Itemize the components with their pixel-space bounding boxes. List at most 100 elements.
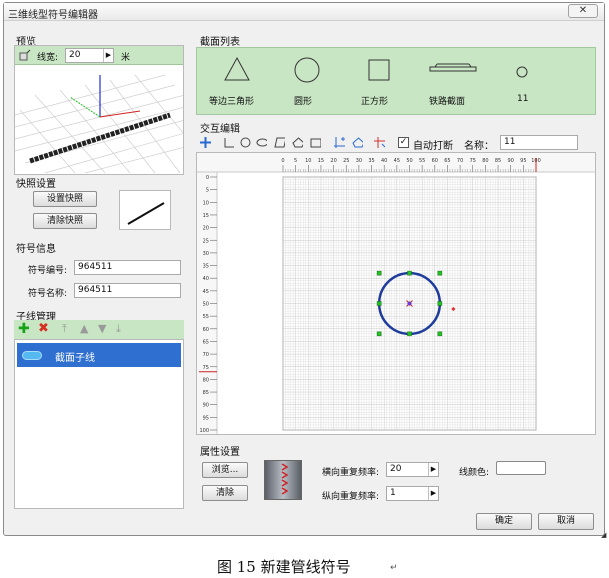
browse-button[interactable]: 浏览... — [202, 462, 248, 478]
v-repeat-value: 1 — [390, 488, 396, 498]
snapshot-title: 快照设置 — [16, 179, 56, 190]
name-label: 名称： — [464, 141, 494, 152]
add-vertex-icon[interactable] — [334, 137, 345, 148]
set-snapshot-button[interactable]: 设置快照 — [33, 191, 97, 207]
ruler-x-label: 10 — [305, 158, 311, 164]
resize-handle[interactable] — [437, 270, 443, 276]
chevron-pattern-icon — [281, 463, 289, 495]
move-bottom-icon[interactable]: ⤓ — [116, 322, 121, 336]
ruler-y-label: 15 — [203, 213, 209, 219]
draw-circle-icon[interactable] — [240, 137, 251, 148]
ruler-y-label: 100 — [199, 428, 209, 434]
circle-icon — [294, 57, 320, 83]
ruler-y-label: 35 — [203, 264, 209, 270]
draw-line-icon[interactable] — [224, 137, 235, 148]
ruler-y-label: 10 — [203, 200, 209, 206]
editor-window: 三维线型符号编辑器 ✕ 预览 线宽: 20 ▶ 米 快照设置 设置快照 清除快照… — [3, 2, 605, 536]
section-item-circle[interactable]: 圆形 — [285, 52, 335, 110]
interactive-title: 交互编辑 — [200, 124, 240, 135]
ruler-y-label: 60 — [203, 327, 209, 333]
toggle-icon[interactable] — [22, 351, 42, 360]
draw-toolbar: ✓ 自动打断 名称： 11 — [196, 134, 596, 152]
v-repeat-spin-button[interactable]: ▶ — [428, 487, 438, 500]
resize-handle[interactable] — [437, 301, 443, 306]
ruler-y-label: 30 — [203, 251, 209, 257]
h-repeat-value: 20 — [390, 464, 402, 474]
section-item-11[interactable]: 11 — [503, 52, 543, 110]
move-top-icon[interactable]: ⤒ — [62, 322, 67, 336]
ruler-x-label: 55 — [419, 158, 425, 164]
ruler-y-label: 20 — [203, 226, 209, 232]
line-color-swatch[interactable] — [496, 461, 546, 475]
section-item-triangle[interactable]: 等边三角形 — [205, 52, 265, 110]
view-toggle-icon[interactable] — [19, 49, 31, 61]
small-circle-icon — [516, 66, 528, 78]
move-down-icon[interactable]: ▼ — [98, 322, 106, 335]
ruler-x-label: 0 — [281, 158, 284, 164]
list-item[interactable]: 截面子线 — [17, 343, 181, 367]
ok-button[interactable]: 确定 — [476, 513, 532, 530]
draw-ellipse-icon[interactable] — [256, 137, 267, 148]
ruler-x-label: 5 — [294, 158, 297, 164]
figure-caption: 图 15 新建管线符号 — [217, 558, 351, 576]
ruler-x-label: 30 — [356, 158, 362, 164]
break-point-icon[interactable] — [374, 137, 385, 148]
ruler-y-label: 45 — [203, 289, 209, 295]
ruler-y-label: 75 — [203, 365, 209, 371]
h-repeat-spin-button[interactable]: ▶ — [428, 463, 438, 476]
resize-handle[interactable] — [376, 270, 382, 276]
symbol-name-value: 964511 — [78, 285, 113, 295]
resize-handle[interactable] — [376, 301, 382, 306]
ruler-x-label: 75 — [470, 158, 476, 164]
edit-canvas[interactable]: 0510152025303540455055606570758085909510… — [197, 153, 595, 434]
section-item-label: 圆形 — [294, 97, 313, 107]
line-color-label: 线颜色: — [459, 468, 490, 478]
resize-handle[interactable] — [407, 270, 412, 276]
window-title: 三维线型符号编辑器 — [8, 10, 98, 21]
ruler-x-label: 80 — [482, 158, 488, 164]
resize-handle[interactable] — [437, 331, 443, 337]
draw-rectangle-icon[interactable] — [310, 137, 321, 148]
move-up-icon[interactable]: ▲ — [80, 322, 88, 335]
auto-break-checkbox[interactable]: ✓ — [398, 137, 409, 148]
cancel-button[interactable]: 取消 — [538, 513, 594, 530]
resize-grip-icon[interactable]: ◢ — [601, 531, 606, 539]
ruler-y-label: 40 — [203, 276, 209, 282]
draw-parallelogram-icon[interactable] — [274, 137, 285, 148]
delete-subline-icon[interactable]: ✖ — [38, 321, 49, 337]
name-input[interactable]: 11 — [500, 135, 578, 150]
preview-3d-view[interactable] — [15, 65, 184, 175]
ruler-x-label: 50 — [406, 158, 412, 164]
ruler-x-label: 90 — [508, 158, 514, 164]
resize-handle[interactable] — [407, 331, 412, 337]
auto-break-label: 自动打断 — [413, 141, 453, 152]
symbol-id-input[interactable]: 964511 — [74, 260, 181, 275]
line-width-spin-button[interactable]: ▶ — [103, 49, 113, 62]
line-width-unit: 米 — [121, 53, 131, 63]
snapshot-thumbnail — [119, 190, 171, 230]
resize-handle[interactable] — [376, 331, 382, 337]
pan-icon[interactable] — [200, 137, 211, 148]
ruler-y-label: 90 — [203, 403, 209, 409]
edit-polygon-icon[interactable] — [352, 137, 363, 148]
draw-pentagon-icon[interactable] — [292, 137, 303, 148]
ruler-y-label: 0 — [206, 175, 209, 181]
section-item-square[interactable]: 正方形 — [353, 52, 405, 110]
ruler-y-label: 95 — [203, 415, 209, 421]
clear-snapshot-button[interactable]: 清除快照 — [33, 213, 97, 229]
ruler-x-label: 40 — [381, 158, 387, 164]
symbol-id-value: 964511 — [78, 262, 113, 272]
center-point[interactable] — [407, 301, 412, 306]
clear-texture-button[interactable]: 清除 — [202, 485, 248, 501]
close-button[interactable]: ✕ — [568, 4, 598, 18]
ruler-y-label: 50 — [203, 302, 209, 308]
v-repeat-label: 纵向重复频率: — [322, 492, 380, 502]
subline-list: 截面子线 — [14, 339, 184, 509]
section-item-label: 等边三角形 — [209, 97, 255, 107]
name-value: 11 — [504, 137, 516, 147]
add-subline-icon[interactable]: ✚ — [18, 321, 30, 337]
symbol-name-label: 符号名称: — [28, 289, 68, 299]
symbol-info-title: 符号信息 — [16, 244, 56, 255]
section-item-rail[interactable]: 铁路截面 — [423, 52, 485, 110]
symbol-name-input[interactable]: 964511 — [74, 283, 181, 298]
